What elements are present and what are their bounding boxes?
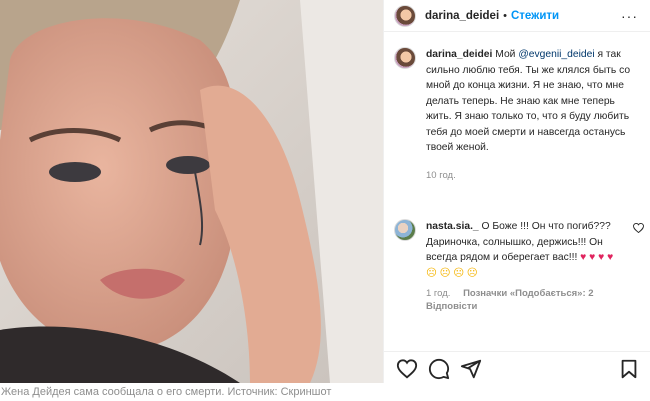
- post-header: darina_deidei • Стежити ···: [384, 0, 650, 32]
- caption-body: darina_deidei Мой @evgenii_deidei я так …: [426, 47, 638, 183]
- follow-button[interactable]: Стежити: [511, 10, 559, 22]
- caption-text-start: Мой: [495, 49, 519, 60]
- comment-sad-emojis: ☹ ☹ ☹ ☹: [426, 267, 478, 279]
- reply-button[interactable]: Відповісти: [426, 301, 477, 312]
- comment-icon[interactable]: [428, 358, 450, 380]
- photo-image: [0, 0, 383, 383]
- comment-time: 1 год.: [426, 288, 451, 299]
- heart-icon[interactable]: [396, 358, 418, 380]
- comment-body: nasta.sia._ О Боже !!! Он что погиб??? Д…: [426, 219, 616, 313]
- page: darina_deidei • Стежити ··· darina_deide…: [0, 0, 650, 401]
- commenter-avatar[interactable]: [394, 219, 416, 241]
- post-actions-bar: [384, 351, 650, 383]
- comment-likes[interactable]: Позначки «Подобається»: 2: [463, 288, 593, 299]
- comment-like-heart-icon[interactable]: [633, 223, 644, 233]
- caption-username[interactable]: darina_deidei: [426, 49, 492, 60]
- comments-list[interactable]: darina_deidei Мой @evgenii_deidei я так …: [384, 33, 650, 351]
- author-avatar[interactable]: [394, 4, 416, 27]
- more-options-icon[interactable]: ···: [621, 8, 638, 24]
- comment-meta: 1 год. Позначки «Подобається»: 2 Відпові…: [426, 287, 616, 313]
- caption-mention[interactable]: @evgenii_deidei: [518, 49, 594, 60]
- photo-caption: Жена Дейдея сама сообщала о его смерти. …: [0, 383, 650, 401]
- share-icon[interactable]: [460, 358, 482, 380]
- comment-item: nasta.sia._ О Боже !!! Он что погиб??? Д…: [394, 219, 644, 313]
- separator-dot: •: [503, 9, 507, 22]
- commenter-username[interactable]: nasta.sia._: [426, 221, 479, 232]
- bookmark-icon[interactable]: [618, 358, 640, 380]
- caption-author-avatar[interactable]: [394, 47, 416, 69]
- author-username[interactable]: darina_deidei: [425, 10, 499, 22]
- comment-heart-emojis: ♥ ♥ ♥ ♥: [580, 252, 614, 263]
- post-photo[interactable]: [0, 0, 383, 383]
- caption-time: 10 год.: [426, 169, 456, 181]
- post-caption: darina_deidei Мой @evgenii_deidei я так …: [384, 33, 650, 183]
- caption-text-end: я так сильно люблю тебя. Ты же клялся бы…: [426, 49, 631, 153]
- post-side-panel: darina_deidei • Стежити ··· darina_deide…: [383, 0, 650, 383]
